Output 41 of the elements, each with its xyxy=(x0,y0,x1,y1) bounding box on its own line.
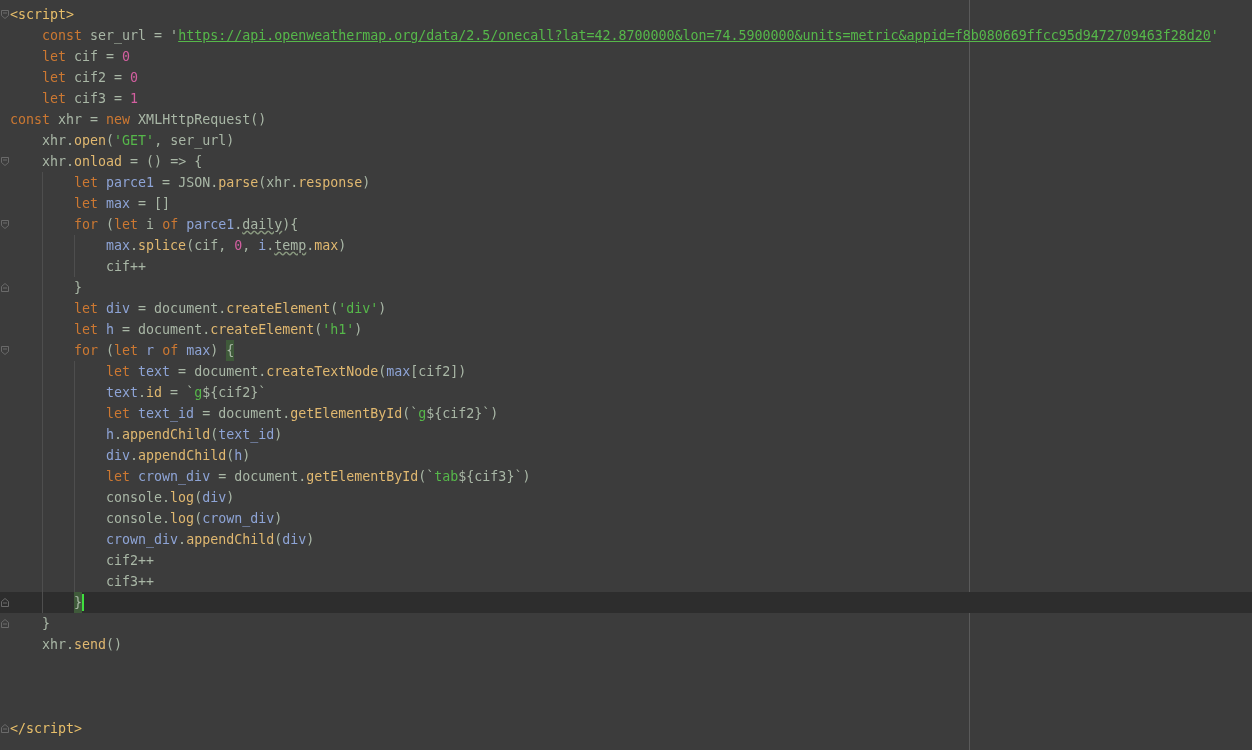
code-line: const xhr = new XMLHttpRequest() xyxy=(10,111,267,129)
code-line: const ser_url = 'https://api.openweathermap.org/data/2.5/onecall?lat=42.8700000&lon=74.5900000&units=metric&appid=f8b080669ffcc95d9472709463f28d20' xyxy=(41,27,1219,46)
fold-icon[interactable] xyxy=(1,724,9,733)
fold-icon[interactable] xyxy=(1,220,9,229)
code-line: xhr.onload = () => { xyxy=(41,153,203,171)
code-line: let text_id = document.getElementById(`g${cif2}`) xyxy=(10,403,499,424)
code-line: let h = document.createElement('h1') xyxy=(10,319,363,340)
fold-icon[interactable] xyxy=(1,157,9,166)
code-line: cif++ xyxy=(10,256,147,277)
code-line: crown_div.appendChild(div) xyxy=(10,529,315,550)
code-line: </script> xyxy=(10,720,83,738)
fold-icon[interactable] xyxy=(1,619,9,628)
code-line: for (let r of max) { xyxy=(10,340,235,361)
code-line: div.appendChild(h) xyxy=(10,445,251,466)
code-line: } xyxy=(41,615,51,633)
code-line: xhr.send() xyxy=(41,636,123,654)
code-line: max.splice(cif, 0, i.temp.max) xyxy=(10,235,347,256)
code-line: let cif3 = 1 xyxy=(41,90,139,108)
fold-icon[interactable] xyxy=(1,283,9,292)
code-line: let max = [] xyxy=(10,193,171,214)
fold-icon[interactable] xyxy=(1,598,9,607)
fold-icon[interactable] xyxy=(1,346,9,355)
code-line: cif2++ xyxy=(10,550,155,571)
code-line: <script> xyxy=(10,6,75,24)
code-line: console.log(div) xyxy=(10,487,235,508)
code-line: let div = document.createElement('div') xyxy=(10,298,387,319)
code-line: let parce1 = JSON.parse(xhr.response) xyxy=(10,172,371,193)
code-line: for (let i of parce1.daily){ xyxy=(10,214,299,235)
code-line: let cif2 = 0 xyxy=(41,69,139,87)
code-line: h.appendChild(text_id) xyxy=(10,424,283,445)
code-editor[interactable] xyxy=(0,0,1252,750)
code-line: console.log(crown_div) xyxy=(10,508,283,529)
code-line: let text = document.createTextNode(max[cif2]) xyxy=(10,361,467,382)
fold-icon[interactable] xyxy=(1,10,9,19)
text-cursor xyxy=(82,594,85,611)
code-line: text.id = `g${cif2}` xyxy=(10,382,267,403)
code-line: xhr.open('GET', ser_url) xyxy=(41,132,235,151)
code-line: let cif = 0 xyxy=(41,48,131,66)
code-line: } xyxy=(10,277,83,298)
code-line: let crown_div = document.getElementById(`tab${cif3}`) xyxy=(10,466,531,487)
code-line: } xyxy=(10,592,85,613)
